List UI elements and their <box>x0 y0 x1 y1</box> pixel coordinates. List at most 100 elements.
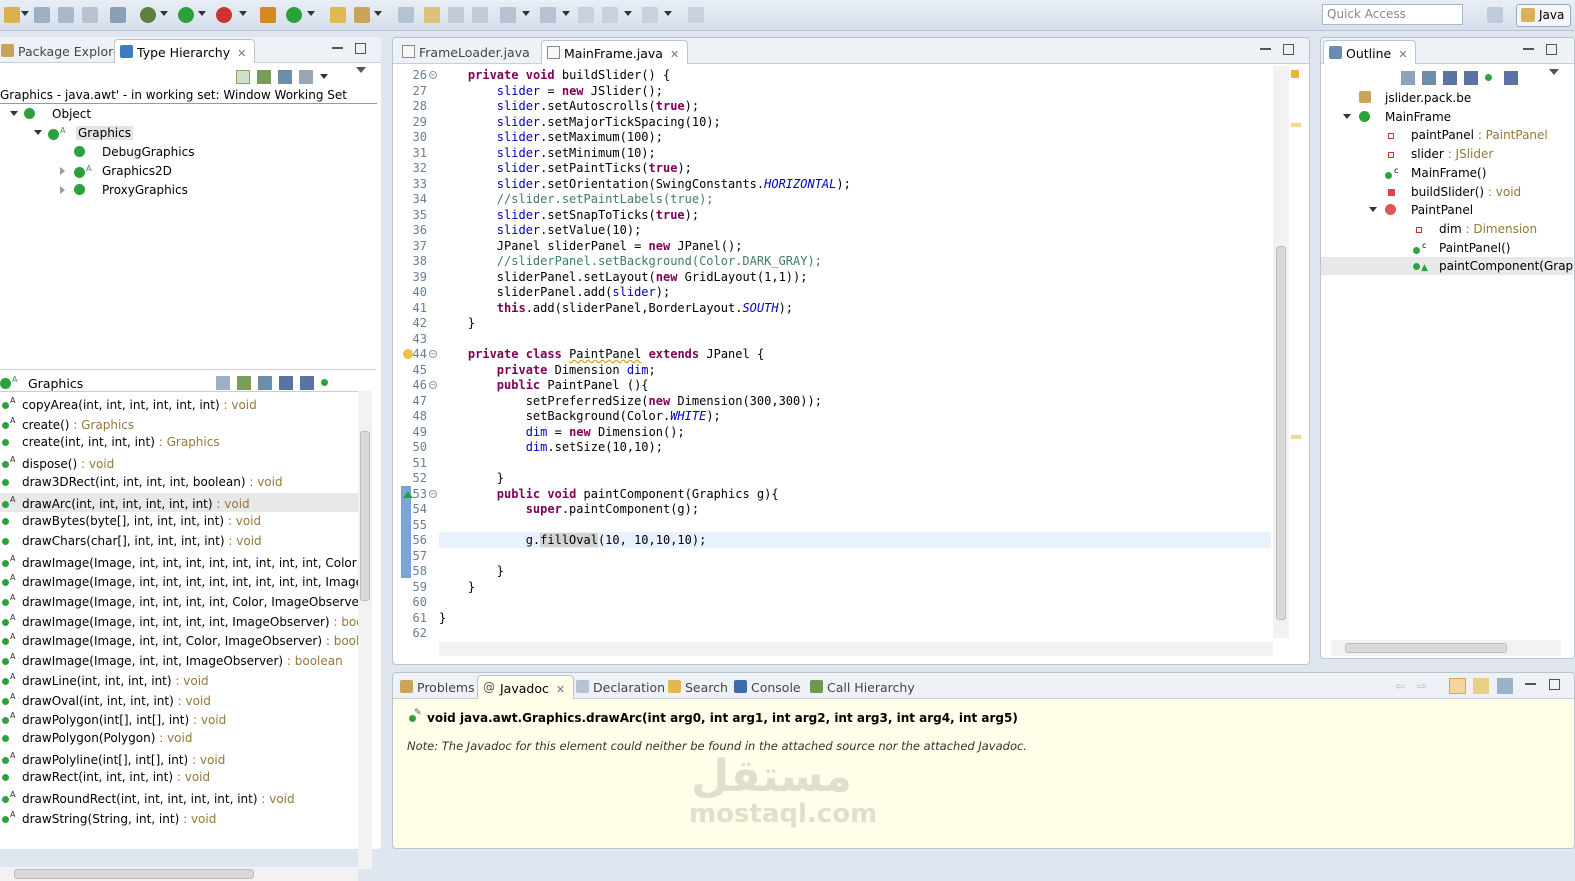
tab-search[interactable]: Search <box>663 675 736 699</box>
outline-item[interactable]: MainFrame <box>1321 108 1573 126</box>
collapse-all-icon[interactable] <box>1401 70 1415 85</box>
outline-hscrollbar[interactable] <box>1331 640 1561 656</box>
code-line[interactable]: setBackground(Color.WHITE); <box>439 409 721 425</box>
member-item[interactable]: AdrawImage(Image, int, int, int, int, Im… <box>0 611 358 630</box>
hide-local-types-icon[interactable] <box>1504 70 1518 85</box>
tab-javadoc[interactable]: @ Javadoc ✕ <box>477 675 575 699</box>
tab-console[interactable]: Console <box>729 675 809 699</box>
warning-icon[interactable] <box>403 349 413 359</box>
back-icon[interactable] <box>602 7 618 23</box>
hide-static-icon[interactable] <box>300 375 314 390</box>
code-line[interactable]: slider = new JSlider(); <box>439 84 663 100</box>
history-icon[interactable] <box>299 69 313 84</box>
code-line[interactable]: //sliderPanel.setBackground(Color.DARK_G… <box>439 254 822 270</box>
minimize-icon[interactable] <box>1523 44 1534 50</box>
print-icon[interactable] <box>82 7 98 23</box>
collapsed-toggle-icon[interactable] <box>60 186 65 194</box>
expand-toggle-icon[interactable] <box>1343 113 1351 119</box>
member-item[interactable]: drawBytes(byte[], int, int, int, int) : … <box>0 512 358 531</box>
member-item[interactable]: AdrawImage(Image, int, int, int, int, Co… <box>0 591 358 610</box>
chevron-down-icon[interactable] <box>624 11 632 16</box>
member-item[interactable]: AcopyArea(int, int, int, int, int, int) … <box>0 394 358 413</box>
outline-item[interactable]: buildSlider() : void <box>1321 183 1573 201</box>
save-icon[interactable] <box>34 7 50 23</box>
member-item[interactable]: AdrawRoundRect(int, int, int, int, int, … <box>0 788 358 807</box>
outline-item[interactable]: ▲ paintComponent(Graph <box>1321 257 1573 276</box>
back-arrow-icon[interactable]: ⇦ <box>1395 679 1409 693</box>
member-item[interactable]: AdrawLine(int, int, int, int) : void <box>0 670 358 689</box>
code-line[interactable]: sliderPanel.add(slider); <box>439 285 670 301</box>
link-with-selection-icon[interactable] <box>1449 678 1466 694</box>
code-line[interactable]: private class PaintPanel extends JPanel … <box>439 347 764 363</box>
block-selection-icon[interactable] <box>448 7 464 23</box>
outline-item[interactable]: jslider.pack.be <box>1321 89 1573 107</box>
chevron-down-icon[interactable] <box>522 11 530 16</box>
code-line[interactable]: private void buildSlider() { <box>439 68 670 84</box>
outline-item[interactable]: c MainFrame() <box>1321 164 1573 182</box>
view-menu-icon[interactable] <box>1549 69 1559 79</box>
open-input-icon[interactable] <box>1497 678 1513 694</box>
java-perspective-button[interactable]: Java <box>1516 4 1571 27</box>
outline-item[interactable]: slider : JSlider <box>1321 145 1573 163</box>
fold-toggle-icon[interactable]: − <box>429 71 437 79</box>
quick-access-input[interactable]: Quick Access <box>1322 4 1463 25</box>
code-line[interactable]: public void paintComponent(Graphics g){ <box>439 487 779 503</box>
tab-mainframe[interactable]: MainFrame.java ✕ <box>541 40 689 64</box>
fold-toggle-icon[interactable]: − <box>429 381 437 389</box>
hscroll-thumb[interactable] <box>14 869 254 879</box>
minimize-icon[interactable] <box>332 43 343 49</box>
hscroll-thumb[interactable] <box>1345 643 1507 653</box>
code-line[interactable]: } <box>439 611 446 627</box>
close-icon[interactable]: ✕ <box>670 48 679 61</box>
view-menu-icon[interactable] <box>356 67 366 77</box>
member-item[interactable]: drawPolygon(Polygon) : void <box>0 729 358 748</box>
member-item[interactable]: Acreate() : Graphics <box>0 414 358 433</box>
hierarchy-node[interactable]: Object <box>0 105 376 123</box>
maximize-icon[interactable] <box>355 43 366 54</box>
maximize-icon[interactable] <box>1283 44 1294 55</box>
member-item[interactable]: Adispose() : void <box>0 453 358 472</box>
lock-view-icon[interactable] <box>216 375 230 390</box>
outline-item[interactable]: dim : Dimension <box>1321 220 1573 238</box>
external-tools-icon[interactable] <box>216 7 232 23</box>
chevron-down-icon[interactable] <box>320 74 328 79</box>
expand-toggle-icon[interactable] <box>1369 207 1377 213</box>
member-item[interactable]: draw3DRect(int, int, int, int, boolean) … <box>0 473 358 492</box>
member-item[interactable]: drawChars(char[], int, int, int, int) : … <box>0 532 358 551</box>
code-line[interactable]: private Dimension dim; <box>439 363 656 379</box>
save-all-icon[interactable] <box>58 7 74 23</box>
hierarchy-node[interactable]: DebugGraphics <box>0 143 376 161</box>
code-line[interactable]: public PaintPanel (){ <box>439 378 649 394</box>
chevron-down-icon[interactable] <box>21 11 29 16</box>
outline-item[interactable]: c PaintPanel() <box>1321 239 1573 257</box>
code-line[interactable]: sliderPanel.setLayout(new GridLayout(1,1… <box>439 270 808 286</box>
minimize-icon[interactable] <box>1260 44 1271 50</box>
hide-fields-icon[interactable] <box>279 375 293 390</box>
chevron-down-icon[interactable] <box>307 11 315 16</box>
code-line[interactable]: dim.setSize(10,10); <box>439 440 663 456</box>
members-hscrollbar[interactable] <box>0 867 358 881</box>
hide-static-icon[interactable] <box>1464 70 1478 85</box>
code-line[interactable]: slider.setOrientation(SwingConstants.HOR… <box>439 177 851 193</box>
highlight-icon[interactable] <box>424 7 440 23</box>
run-icon[interactable] <box>178 7 194 23</box>
hide-nonpublic-icon[interactable] <box>321 379 328 386</box>
code-line[interactable]: this.add(sliderPanel,BorderLayout.SOUTH)… <box>439 301 793 317</box>
expand-toggle-icon[interactable] <box>34 130 42 135</box>
tab-outline[interactable]: Outline ✕ <box>1323 40 1417 64</box>
hierarchy-node[interactable]: A Graphics2D <box>0 162 376 180</box>
code-text[interactable]: 26− private void buildSlider() {27 slide… <box>393 66 1273 646</box>
member-item[interactable]: AdrawPolyline(int[], int[], int) : void <box>0 749 358 768</box>
forward-arrow-icon[interactable]: ⇨ <box>1417 679 1431 693</box>
tab-declaration[interactable]: Declaration <box>571 675 673 699</box>
chevron-down-icon[interactable] <box>664 11 672 16</box>
search-tool-icon[interactable] <box>354 7 370 23</box>
new-icon[interactable] <box>4 7 20 23</box>
code-line[interactable]: JPanel sliderPanel = new JPanel(); <box>439 239 743 255</box>
code-line[interactable]: slider.setAutoscrolls(true); <box>439 99 699 115</box>
member-item[interactable]: create(int, int, int, int) : Graphics <box>0 433 358 452</box>
hide-nonpublic-icon[interactable] <box>1485 74 1492 81</box>
code-line[interactable]: } <box>439 564 504 580</box>
code-line[interactable]: g.fillOval(10, 10,10,10); <box>439 533 706 549</box>
member-item[interactable]: AdrawOval(int, int, int, int) : void <box>0 690 358 709</box>
